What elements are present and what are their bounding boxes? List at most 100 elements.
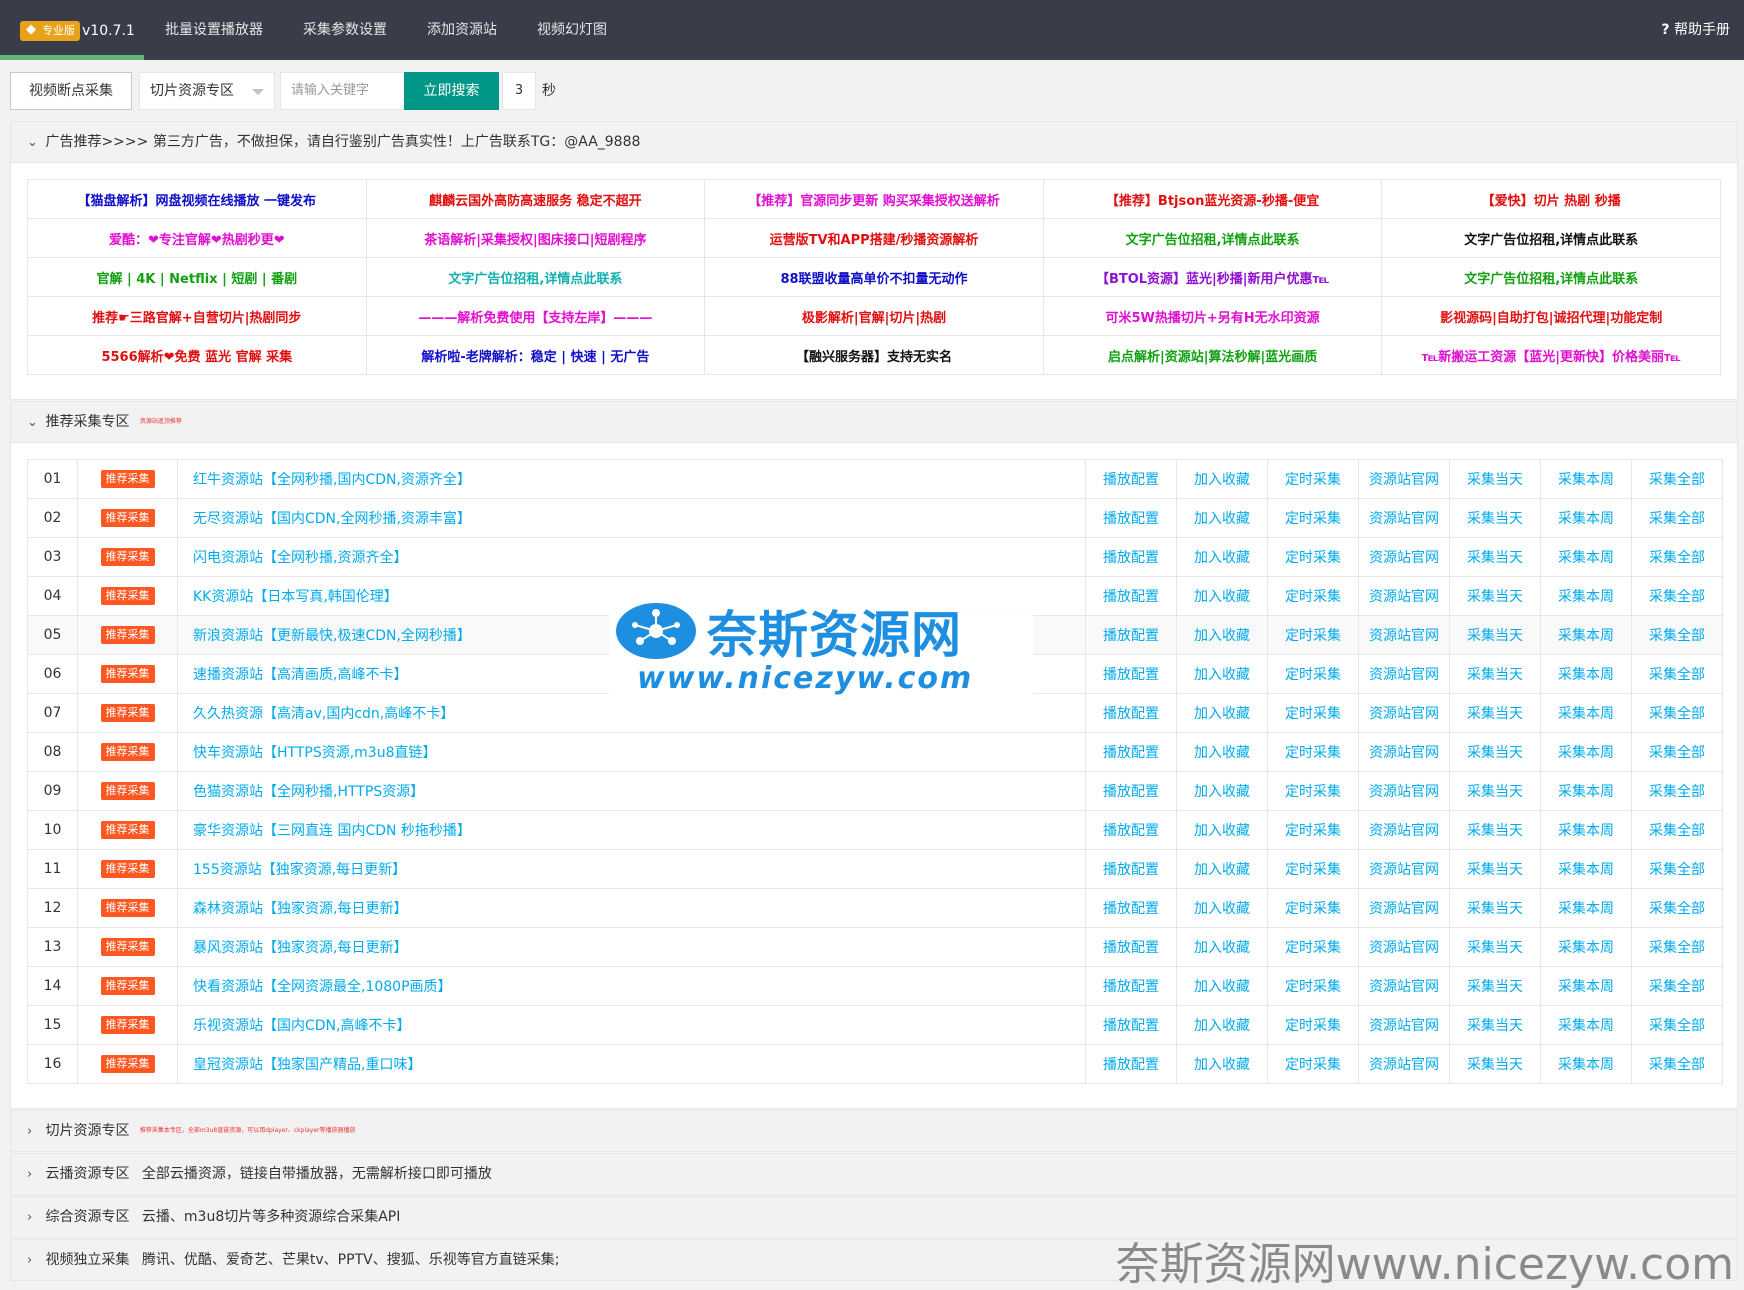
schedule-collect-link[interactable]: 定时采集 [1267,771,1359,811]
ad-link[interactable]: 【BTOL资源】蓝光|秒播|新用户优惠℡ [1042,257,1383,297]
ad-link[interactable]: 【猫盘解析】网盘视频在线播放 一键发布 [27,179,367,219]
collect-all-link[interactable]: 采集全部 [1631,1005,1723,1045]
collect-week-link[interactable]: 采集本周 [1540,888,1632,928]
ad-link[interactable]: 【推荐】Btjson蓝光资源-秒播-便宜 [1042,179,1383,219]
source-site-link[interactable]: 资源站官网 [1358,654,1450,694]
schedule-collect-link[interactable]: 定时采集 [1267,810,1359,850]
collect-week-link[interactable]: 采集本周 [1540,693,1632,733]
source-name-link[interactable]: 豪华资源站【三网直连 国内CDN 秒拖秒播】 [177,810,1086,850]
add-favorite-link[interactable]: 加入收藏 [1176,927,1268,967]
collect-all-link[interactable]: 采集全部 [1631,498,1723,538]
play-config-link[interactable]: 播放配置 [1085,537,1177,577]
source-name-link[interactable]: 乐视资源站【国内CDN,高峰不卡】 [177,1005,1086,1045]
breakpoint-collect-button[interactable]: 视频断点采集 [10,72,132,110]
source-site-link[interactable]: 资源站官网 [1358,888,1450,928]
collect-today-link[interactable]: 采集当天 [1449,654,1541,694]
source-site-link[interactable]: 资源站官网 [1358,849,1450,889]
schedule-collect-link[interactable]: 定时采集 [1267,1005,1359,1045]
add-favorite-link[interactable]: 加入收藏 [1176,1044,1268,1084]
collect-today-link[interactable]: 采集当天 [1449,771,1541,811]
ad-link[interactable]: 88联盟收量高单价不扣量无动作 [704,257,1044,297]
source-name-link[interactable]: 无尽资源站【国内CDN,全网秒播,资源丰富】 [177,498,1086,538]
panel-slice[interactable]: › 切片资源专区 推荐采集本专区，全部m3u8直链资源，可以用dplayer、c… [10,1110,1738,1152]
collect-week-link[interactable]: 采集本周 [1540,537,1632,577]
collect-week-link[interactable]: 采集本周 [1540,771,1632,811]
collect-today-link[interactable]: 采集当天 [1449,966,1541,1006]
collect-all-link[interactable]: 采集全部 [1631,927,1723,967]
source-site-link[interactable]: 资源站官网 [1358,615,1450,655]
search-button[interactable]: 立即搜索 [404,72,499,110]
schedule-collect-link[interactable]: 定时采集 [1267,1044,1359,1084]
ad-link[interactable]: 运营版TV和APP搭建/秒播资源解析 [704,218,1044,258]
category-select[interactable]: 切片资源专区 [139,72,275,110]
collect-all-link[interactable]: 采集全部 [1631,732,1723,772]
collect-today-link[interactable]: 采集当天 [1449,615,1541,655]
panel-cloud[interactable]: › 云播资源专区 全部云播资源，链接自带播放器，无需解析接口即可播放 [10,1153,1738,1195]
play-config-link[interactable]: 播放配置 [1085,810,1177,850]
nav-slideshow[interactable]: 视频幻灯图 [537,0,607,60]
play-config-link[interactable]: 播放配置 [1085,771,1177,811]
add-favorite-link[interactable]: 加入收藏 [1176,849,1268,889]
schedule-collect-link[interactable]: 定时采集 [1267,615,1359,655]
collect-today-link[interactable]: 采集当天 [1449,1005,1541,1045]
source-name-link[interactable]: 闪电资源站【全网秒播,资源齐全】 [177,537,1086,577]
rec-panel-header[interactable]: ⌄ 推荐采集专区 资源站遥顶推荐 [10,401,1738,443]
collect-all-link[interactable]: 采集全部 [1631,576,1723,616]
collect-week-link[interactable]: 采集本周 [1540,927,1632,967]
collect-all-link[interactable]: 采集全部 [1631,966,1723,1006]
source-name-link[interactable]: 红牛资源站【全网秒播,国内CDN,资源齐全】 [177,459,1086,499]
collect-all-link[interactable]: 采集全部 [1631,459,1723,499]
source-name-link[interactable]: 森林资源站【独家资源,每日更新】 [177,888,1086,928]
ad-link[interactable]: 麒麟云国外高防高速服务 稳定不超开 [365,179,706,219]
collect-week-link[interactable]: 采集本周 [1540,849,1632,889]
keyword-input[interactable]: 请输入关键字 [280,72,408,110]
add-favorite-link[interactable]: 加入收藏 [1176,459,1268,499]
collect-all-link[interactable]: 采集全部 [1631,693,1723,733]
collect-all-link[interactable]: 采集全部 [1631,849,1723,889]
play-config-link[interactable]: 播放配置 [1085,498,1177,538]
play-config-link[interactable]: 播放配置 [1085,459,1177,499]
collect-all-link[interactable]: 采集全部 [1631,771,1723,811]
ad-link[interactable]: 【推荐】官源同步更新 购买采集授权送解析 [704,179,1044,219]
play-config-link[interactable]: 播放配置 [1085,849,1177,889]
schedule-collect-link[interactable]: 定时采集 [1267,498,1359,538]
source-site-link[interactable]: 资源站官网 [1358,537,1450,577]
source-name-link[interactable]: 155资源站【独家资源,每日更新】 [177,849,1086,889]
source-site-link[interactable]: 资源站官网 [1358,1005,1450,1045]
collect-week-link[interactable]: 采集本周 [1540,1005,1632,1045]
collect-week-link[interactable]: 采集本周 [1540,1044,1632,1084]
collect-today-link[interactable]: 采集当天 [1449,459,1541,499]
collect-week-link[interactable]: 采集本周 [1540,966,1632,1006]
source-site-link[interactable]: 资源站官网 [1358,459,1450,499]
ad-link[interactable]: 推荐☛三路官解+自营切片|热剧同步 [27,296,367,336]
play-config-link[interactable]: 播放配置 [1085,693,1177,733]
ad-link[interactable]: 【融兴服务器】支持无实名 [704,335,1044,375]
ad-link[interactable]: 官解 | 4K | Netflix | 短剧 | 番剧 [27,257,367,297]
help-link[interactable]: ? 帮助手册 [1661,0,1730,60]
play-config-link[interactable]: 播放配置 [1085,615,1177,655]
add-favorite-link[interactable]: 加入收藏 [1176,693,1268,733]
collect-all-link[interactable]: 采集全部 [1631,615,1723,655]
collect-today-link[interactable]: 采集当天 [1449,810,1541,850]
schedule-collect-link[interactable]: 定时采集 [1267,849,1359,889]
source-name-link[interactable]: 暴风资源站【独家资源,每日更新】 [177,927,1086,967]
play-config-link[interactable]: 播放配置 [1085,888,1177,928]
source-name-link[interactable]: 快车资源站【HTTPS资源,m3u8直链】 [177,732,1086,772]
ad-link[interactable]: 文字广告位招租,详情点此联系 [1381,218,1721,258]
add-favorite-link[interactable]: 加入收藏 [1176,966,1268,1006]
ad-link[interactable]: 解析啦-老牌解析：稳定 | 快速 | 无广告 [365,335,706,375]
ad-link[interactable]: 可米5W热播切片+另有H无水印资源 [1042,296,1383,336]
collect-today-link[interactable]: 采集当天 [1449,888,1541,928]
schedule-collect-link[interactable]: 定时采集 [1267,537,1359,577]
collect-today-link[interactable]: 采集当天 [1449,849,1541,889]
play-config-link[interactable]: 播放配置 [1085,732,1177,772]
add-favorite-link[interactable]: 加入收藏 [1176,1005,1268,1045]
collect-today-link[interactable]: 采集当天 [1449,693,1541,733]
nav-add-source[interactable]: 添加资源站 [427,0,497,60]
collect-all-link[interactable]: 采集全部 [1631,810,1723,850]
source-site-link[interactable]: 资源站官网 [1358,732,1450,772]
schedule-collect-link[interactable]: 定时采集 [1267,732,1359,772]
source-site-link[interactable]: 资源站官网 [1358,927,1450,967]
collect-today-link[interactable]: 采集当天 [1449,576,1541,616]
schedule-collect-link[interactable]: 定时采集 [1267,966,1359,1006]
